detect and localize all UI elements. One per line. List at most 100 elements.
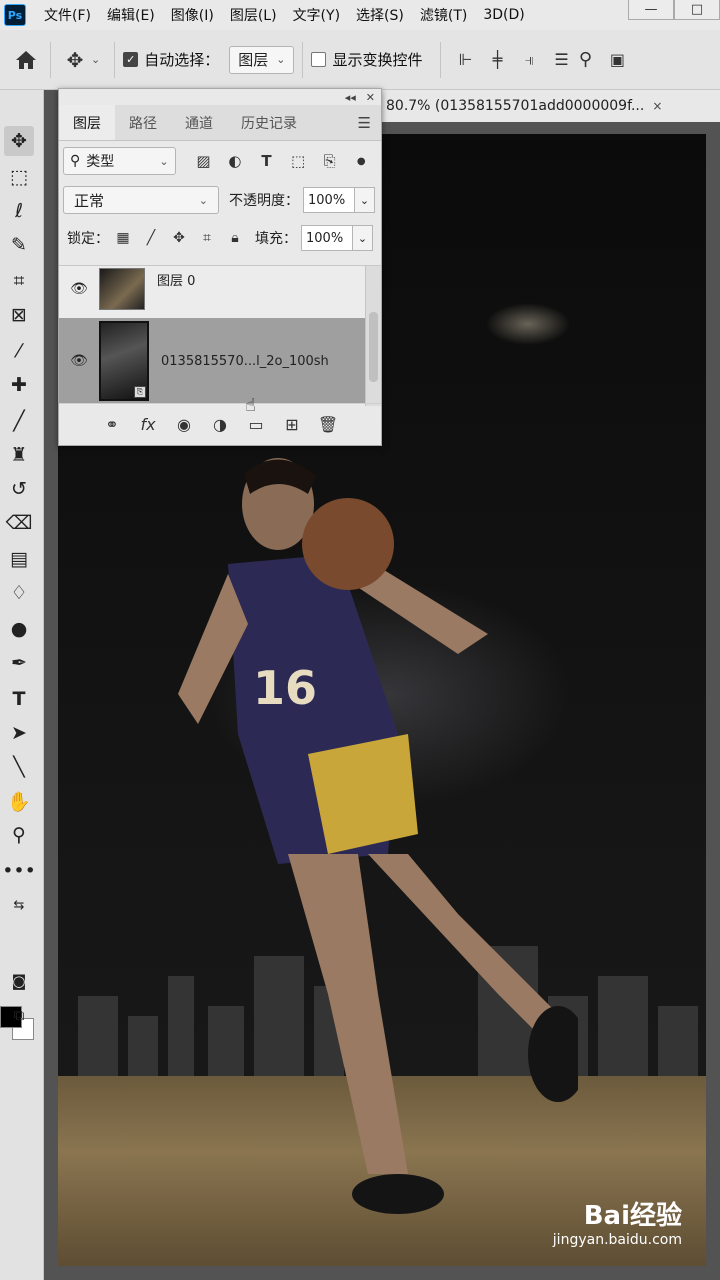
smart-object-icon: ⎘ [134,386,146,398]
chevron-down-icon[interactable]: ⌄ [91,53,100,66]
align-right-icon[interactable]: ⫣ [513,44,545,76]
new-layer-icon[interactable]: ⊞ [281,415,303,434]
filter-adjustment-icon[interactable]: ◐ [219,147,251,175]
blend-mode-dropdown[interactable]: 正常 ⌄ [63,186,219,214]
path-select-tool-icon[interactable]: ➤ [4,718,34,748]
opacity-input[interactable]: 100% [303,187,355,213]
home-icon[interactable] [10,44,42,76]
lock-pixels-icon[interactable]: ╱ [137,225,165,251]
quick-select-tool-icon[interactable]: ✎ [4,230,34,260]
filter-pixel-icon[interactable]: ▨ [188,147,220,175]
menu-select[interactable]: 选择(S) [356,5,404,25]
blend-row: 正常 ⌄ 不透明度： 100% ⌄ [59,181,381,219]
align-left-icon[interactable]: ⊩ [449,44,481,76]
move-tool-icon[interactable]: ✥ [59,44,91,76]
history-brush-tool-icon[interactable]: ↺ [4,474,34,504]
pen-tool-icon[interactable]: ✒ [4,648,34,678]
fx-icon[interactable]: fx [137,415,159,434]
tab-history[interactable]: 历史记录 [227,105,311,140]
close-icon[interactable]: ✕ [366,91,375,104]
more-tools-icon[interactable]: ••• [2,856,36,886]
stamp-tool-icon[interactable]: ♜ [4,440,34,470]
healing-tool-icon[interactable]: ✚ [4,370,34,400]
layer-name: 图层 0 [157,273,196,289]
menu-3d[interactable]: 3D(D) [483,7,524,23]
document-tab[interactable]: 80.7% (01358155701add0000009f... × [380,90,720,122]
panel-tabs: 图层 路径 通道 历史记录 ☰ [59,105,381,141]
trash-icon[interactable]: 🗑︎ [317,415,339,434]
tab-layers[interactable]: 图层 [59,105,115,140]
watermark: Bai经验 jingyan.baidu.com [553,1195,682,1248]
layer-name: 0135815570...l_2o_100sh [161,353,329,369]
chevron-down-icon[interactable]: ⌄ [353,225,373,251]
lock-position-icon[interactable]: ✥ [165,225,193,251]
layers-panel: ◂◂ ✕ 图层 路径 通道 历史记录 ☰ ⚲ 类型 ⌄ ▨ ◐ T ⬚ ⎘ ● … [58,88,382,446]
auto-select-checkbox[interactable]: ✓ [123,52,139,67]
eye-icon[interactable]: 👁︎ [59,281,99,297]
swap-colors-icon[interactable]: ⇆ [4,890,34,920]
layer-row[interactable]: 👁︎ 图层 0 [59,266,365,312]
lock-transparent-icon[interactable]: ▦ [109,225,137,251]
layer-list-scrollbar[interactable] [365,266,381,406]
menu-type[interactable]: 文字(Y) [293,5,340,25]
chevron-down-icon[interactable]: ⌄ [355,187,375,213]
filter-type-icon[interactable]: T [251,147,283,175]
filter-shape-icon[interactable]: ⬚ [282,147,314,175]
panel-menu-icon[interactable]: ☰ [348,105,381,140]
show-transform-checkbox[interactable] [311,52,327,67]
auto-select-target-dropdown[interactable]: 图层 ⌄ [229,45,295,74]
eyedropper-tool-icon[interactable]: ⁄ [4,336,34,366]
zoom-tool-icon[interactable]: ⚲ [4,820,34,850]
quick-mask-icon[interactable]: ◙ [4,966,34,996]
line-tool-icon[interactable]: ╲ [4,752,34,782]
opacity-label: 不透明度： [229,193,299,209]
marquee-tool-icon[interactable]: ⬚ [4,162,34,192]
minimize-button[interactable]: — [628,0,674,20]
frame-tool-icon[interactable]: ⊠ [4,300,34,330]
menu-edit[interactable]: 编辑(E) [107,5,155,25]
menu-filter[interactable]: 滤镜(T) [420,5,467,25]
fill-label: 填充： [255,231,297,247]
workspace-icon[interactable]: ▣ [601,44,633,76]
menu-layer[interactable]: 图层(L) [230,5,277,25]
eye-icon[interactable]: 👁︎ [59,353,99,369]
lock-all-icon[interactable]: 🔒︎ [221,225,249,251]
eraser-tool-icon[interactable]: ⌫ [4,508,34,538]
scrollbar-thumb[interactable] [369,312,378,382]
menu-file[interactable]: 文件(F) [44,5,91,25]
hand-tool-icon[interactable]: ✋ [4,786,34,816]
gradient-tool-icon[interactable]: ▤ [4,544,34,574]
filter-smart-object-icon[interactable]: ⎘ [314,147,346,175]
collapse-icon[interactable]: ◂◂ [345,91,356,104]
tab-channels[interactable]: 通道 [171,105,227,140]
move-tool-icon[interactable]: ✥ [4,126,34,156]
layer-row[interactable]: 👁︎ ⎘ 0135815570...l_2o_100sh [59,318,365,404]
type-tool-icon[interactable]: T [4,684,34,714]
lock-artboard-icon[interactable]: ⌗ [193,225,221,251]
fill-input[interactable]: 100% [301,225,353,251]
panel-title-bar[interactable]: ◂◂ ✕ [59,89,381,105]
adjustment-layer-icon[interactable]: ◑ [209,415,231,434]
options-bar: ✥ ⌄ ✓ 自动选择： 图层 ⌄ 显示变换控件 ⊩ ╪ ⫣ ☰ ⚲ ▣ [0,30,720,90]
maximize-button[interactable]: □ [674,0,720,20]
menu-image[interactable]: 图像(I) [171,5,214,25]
brush-tool-icon[interactable]: ╱ [4,406,34,436]
crop-tool-icon[interactable]: ⌗ [4,266,34,296]
link-layers-icon[interactable]: ⚭ [101,415,123,434]
filter-type-dropdown[interactable]: ⚲ 类型 ⌄ [63,147,176,175]
show-transform-label: 显示变换控件 [332,51,423,69]
new-group-icon[interactable]: ▭ [245,415,267,434]
tab-paths[interactable]: 路径 [115,105,171,140]
lasso-tool-icon[interactable]: ℓ [4,196,34,226]
blur-tool-icon[interactable]: ♢ [4,578,34,608]
search-icon[interactable]: ⚲ [569,44,601,76]
lock-row: 锁定： ▦ ╱ ✥ ⌗ 🔒︎ 填充： 100% ⌄ [59,219,381,257]
close-icon[interactable]: × [652,99,662,113]
add-mask-icon[interactable]: ◉ [173,415,195,434]
svg-text:16: 16 [253,661,317,715]
filter-toggle-icon[interactable]: ● [345,147,377,175]
dodge-tool-icon[interactable]: ● [4,614,34,644]
align-center-icon[interactable]: ╪ [481,44,513,76]
screen-mode-icon[interactable]: ⧉ [4,1000,34,1030]
chevron-down-icon: ⌄ [198,193,208,207]
